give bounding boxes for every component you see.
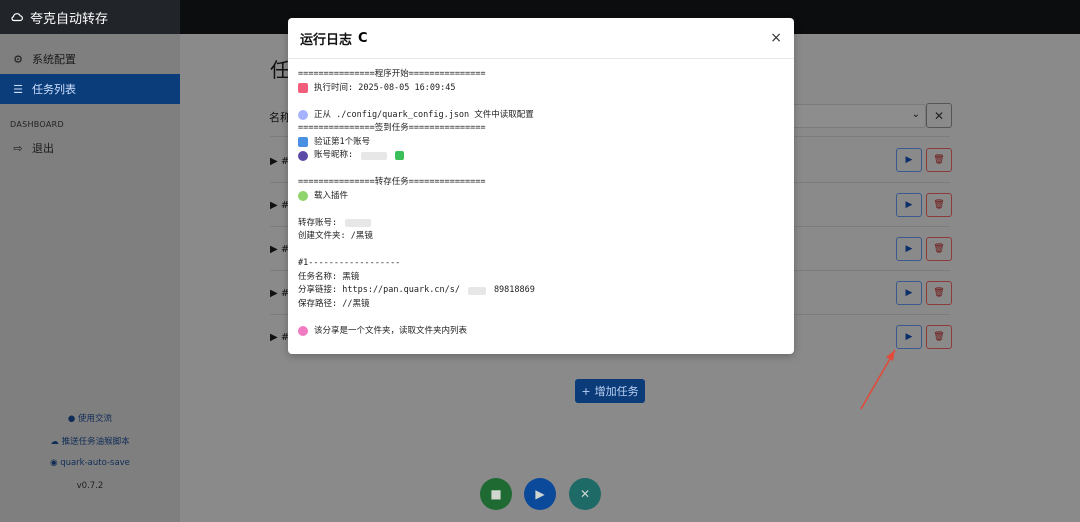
annotation-arrow (860, 349, 896, 410)
arrow-head (886, 350, 895, 361)
